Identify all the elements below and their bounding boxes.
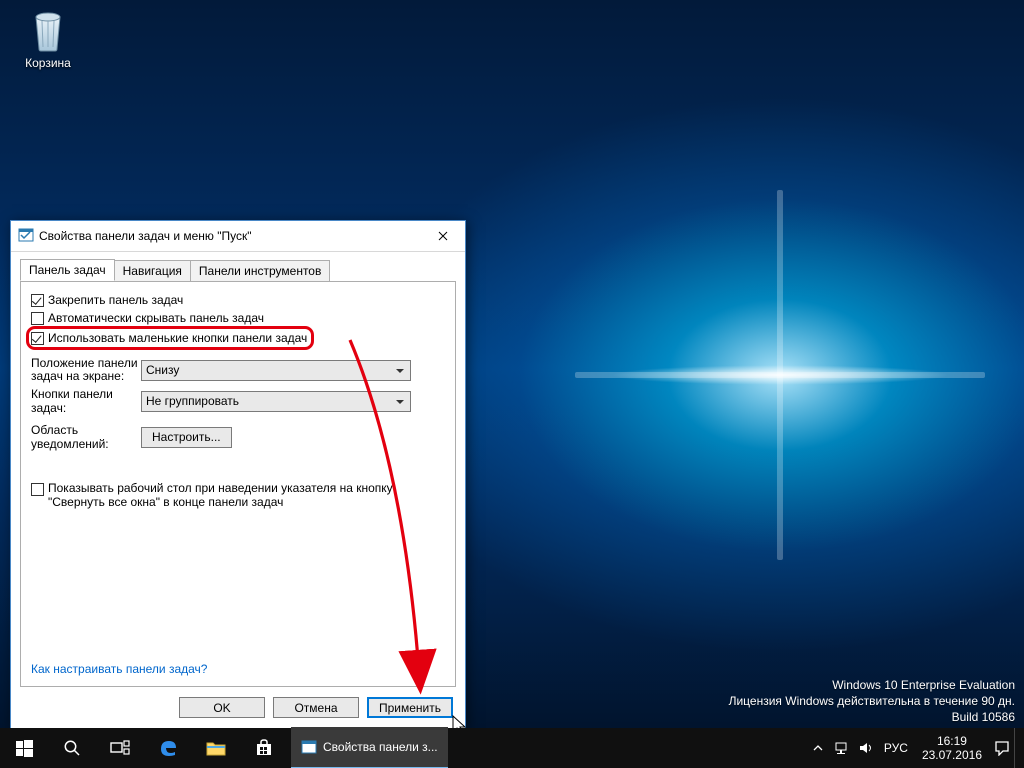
position-combobox[interactable]: Снизу	[141, 360, 411, 381]
taskbar-spacer	[448, 728, 806, 768]
tray-volume[interactable]	[854, 728, 878, 768]
tab-panel-taskbar: Закрепить панель задач Автоматически скр…	[20, 281, 456, 687]
taskbar-left: Свойства панели з...	[0, 728, 448, 768]
task-view-button[interactable]	[96, 728, 144, 768]
taskbar-properties-dialog: Свойства панели задач и меню "Пуск" Пане…	[10, 220, 466, 729]
search-icon	[63, 739, 81, 757]
network-icon	[834, 741, 850, 755]
autohide-label: Автоматически скрывать панель задач	[48, 311, 264, 325]
tab-navigation[interactable]: Навигация	[114, 260, 191, 282]
wallpaper-decoration	[540, 360, 1020, 390]
tab-taskbar[interactable]: Панель задач	[20, 259, 115, 281]
recycle-bin-label: Корзина	[13, 56, 83, 70]
customize-button[interactable]: Настроить...	[141, 427, 232, 448]
tray-action-center[interactable]	[990, 728, 1014, 768]
taskbar-app-title: Свойства панели з...	[323, 740, 438, 754]
taskbar-buttons-row: Кнопки панели задач: Не группировать	[31, 387, 445, 415]
notification-area-label: Область уведомлений:	[31, 423, 141, 451]
ok-button[interactable]: OK	[179, 697, 265, 718]
watermark-edition: Windows 10 Enterprise Evaluation	[729, 677, 1015, 693]
window-icon	[301, 739, 317, 755]
clock-time: 16:19	[922, 734, 982, 748]
notification-area-row: Область уведомлений: Настроить...	[31, 423, 445, 451]
tray-clock[interactable]: 16:19 23.07.2016	[914, 734, 990, 762]
chevron-up-icon	[813, 744, 823, 752]
peek-label: Показывать рабочий стол при наведении ук…	[48, 481, 418, 509]
close-button[interactable]	[420, 221, 465, 251]
desktop: Корзина Windows 10 Enterprise Evaluation…	[0, 0, 1024, 768]
tab-strip: Панель задач Навигация Панели инструмент…	[11, 252, 465, 281]
file-explorer-button[interactable]	[192, 728, 240, 768]
autohide-row[interactable]: Автоматически скрывать панель задач	[31, 311, 445, 325]
store-icon	[255, 739, 273, 757]
small-buttons-row[interactable]: Использовать маленькие кнопки панели зад…	[31, 329, 445, 353]
lock-taskbar-row[interactable]: Закрепить панель задач	[31, 293, 445, 307]
titlebar[interactable]: Свойства панели задач и меню "Пуск"	[11, 221, 465, 252]
show-desktop-button[interactable]	[1014, 728, 1022, 768]
taskbar-buttons-label: Кнопки панели задач:	[31, 387, 141, 415]
edge-button[interactable]	[144, 728, 192, 768]
watermark-license: Лицензия Windows действительна в течение…	[729, 693, 1015, 709]
taskbar-app-properties[interactable]: Свойства панели з...	[291, 727, 448, 768]
small-buttons-label: Использовать маленькие кнопки панели зад…	[48, 331, 307, 345]
position-label: Положение панели задач на экране:	[31, 357, 141, 383]
trash-icon	[26, 5, 70, 53]
dialog-title: Свойства панели задач и меню "Пуск"	[39, 229, 420, 243]
folder-icon	[206, 740, 226, 756]
start-button[interactable]	[0, 728, 48, 768]
cancel-button[interactable]: Отмена	[273, 697, 359, 718]
apply-button[interactable]: Применить	[367, 697, 453, 718]
help-link[interactable]: Как настраивать панели задач?	[31, 662, 207, 676]
checkbox-autohide[interactable]	[31, 312, 44, 325]
checkbox-lock-taskbar[interactable]	[31, 294, 44, 307]
tray-network[interactable]	[830, 728, 854, 768]
position-row: Положение панели задач на экране: Снизу	[31, 357, 445, 383]
lock-taskbar-label: Закрепить панель задач	[48, 293, 183, 307]
windows-logo-icon	[16, 740, 33, 757]
checkbox-small-buttons[interactable]	[31, 332, 44, 345]
peek-row[interactable]: Показывать рабочий стол при наведении ук…	[31, 481, 445, 509]
tab-toolbars[interactable]: Панели инструментов	[190, 260, 330, 282]
window-icon	[18, 227, 34, 246]
edge-icon	[158, 738, 178, 758]
store-button[interactable]	[240, 728, 288, 768]
evaluation-watermark: Windows 10 Enterprise Evaluation Лицензи…	[729, 677, 1015, 725]
annotation-highlight: Использовать маленькие кнопки панели зад…	[26, 326, 314, 350]
watermark-build: Build 10586	[729, 709, 1015, 725]
action-center-icon	[994, 740, 1010, 756]
tray-language[interactable]: РУС	[878, 741, 914, 755]
system-tray: РУС 16:19 23.07.2016	[806, 728, 1024, 768]
recycle-bin-icon[interactable]: Корзина	[13, 5, 83, 70]
taskbar: Свойства панели з... РУС 16:19 23.07.201…	[0, 728, 1024, 768]
speaker-icon	[858, 741, 874, 755]
close-icon	[438, 231, 448, 241]
tray-chevron[interactable]	[806, 728, 830, 768]
search-button[interactable]	[48, 728, 96, 768]
task-view-icon	[110, 740, 130, 756]
dialog-button-row: OK Отмена Применить	[179, 697, 453, 718]
checkbox-peek[interactable]	[31, 483, 44, 496]
taskbar-buttons-combobox[interactable]: Не группировать	[141, 391, 411, 412]
clock-date: 23.07.2016	[922, 748, 982, 762]
